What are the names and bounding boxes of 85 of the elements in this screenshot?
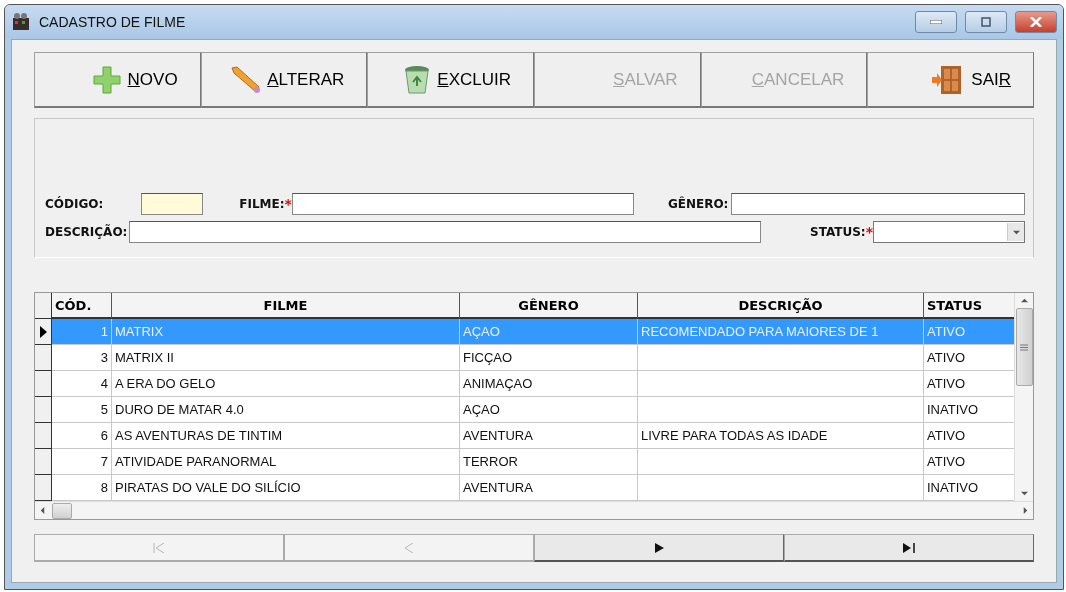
table-cell: 8 <box>52 475 112 501</box>
field-label: DESCRIÇÃO: <box>45 225 128 239</box>
current-row-icon <box>39 325 47 338</box>
row-indicator[interactable] <box>35 475 52 501</box>
table-cell: TERROR <box>460 449 638 475</box>
row-indicator[interactable] <box>35 423 52 449</box>
table-cell: PIRATAS DO VALE DO SILÍCIO <box>112 475 460 501</box>
field-label: STATUS: <box>810 225 866 239</box>
table-cell: RECOMENDADO PARA MAIORES DE 1 <box>638 319 924 345</box>
table-cell: ATIVIDADE PARANORMAL <box>112 449 460 475</box>
field-label: CÓDIGO: <box>45 197 104 211</box>
maximize-button[interactable] <box>965 11 1007 33</box>
table-cell: AÇAO <box>460 319 638 345</box>
plus-icon <box>91 64 122 95</box>
table-cell: INATIVO <box>924 475 1014 501</box>
movie-field[interactable] <box>291 193 634 215</box>
delete-button[interactable]: EXCLUIR <box>367 52 534 108</box>
table-cell: 3 <box>52 345 112 371</box>
first-record-icon <box>153 542 165 553</box>
next-record-icon <box>654 542 664 553</box>
previous-record-icon <box>404 542 414 553</box>
scroll-thumb[interactable] <box>52 502 72 519</box>
scroll-thumb[interactable] <box>1015 308 1033 386</box>
row-indicator[interactable] <box>35 449 52 475</box>
table-cell: ATIVO <box>924 319 1014 345</box>
table-cell: AVENTURA <box>460 475 638 501</box>
column-header[interactable]: CÓD. <box>52 293 112 319</box>
table-cell: INATIVO <box>924 397 1014 423</box>
table-cell: 1 <box>52 319 112 345</box>
row-indicator[interactable] <box>35 397 52 423</box>
column-header[interactable]: STATUS <box>924 293 1014 319</box>
scroll-right-icon[interactable] <box>1022 507 1029 514</box>
field-label: GÊNERO: <box>667 197 729 211</box>
film-app-icon <box>11 12 31 32</box>
exit-button[interactable]: SAIR <box>867 52 1034 108</box>
last-record-icon <box>903 542 915 553</box>
table-cell: AVENTURA <box>460 423 638 449</box>
code-field[interactable] <box>141 193 204 215</box>
scroll-down-icon[interactable] <box>1012 228 1020 236</box>
description-field[interactable] <box>129 221 762 243</box>
window-title: CADASTRO DE FILME <box>39 14 187 30</box>
minimize-icon <box>930 20 942 24</box>
scroll-down-icon[interactable] <box>1020 490 1028 497</box>
column-header[interactable]: GÊNERO <box>460 293 638 319</box>
table-cell: DURO DE MATAR 4.0 <box>112 397 460 423</box>
table-cell: 5 <box>52 397 112 423</box>
table-cell: 6 <box>52 423 112 449</box>
column-header[interactable]: DESCRIÇÃO <box>638 293 924 319</box>
table-cell: FICÇAO <box>460 345 638 371</box>
pencil-icon <box>229 64 262 95</box>
table-cell: ANIMAÇAO <box>460 371 638 397</box>
next-record-button[interactable] <box>534 534 784 562</box>
minimize-button[interactable] <box>915 11 957 33</box>
row-indicator[interactable] <box>35 371 52 397</box>
table-cell: 7 <box>52 449 112 475</box>
genre-field[interactable] <box>731 193 1025 215</box>
table-cell: MATRIX II <box>112 345 460 371</box>
maximize-icon <box>981 17 991 27</box>
table-cell: LIVRE PARA TODAS AS IDADE <box>638 423 924 449</box>
last-record-button[interactable] <box>784 534 1034 562</box>
table-cell: ATIVO <box>924 449 1014 475</box>
required-mark: * <box>284 196 292 212</box>
row-indicator[interactable] <box>35 345 52 371</box>
scroll-left-icon[interactable] <box>39 507 46 514</box>
column-header[interactable]: FILME <box>112 293 460 319</box>
horizontal-scrollbar[interactable] <box>35 501 1033 519</box>
table-cell: A ERA DO GELO <box>112 371 460 397</box>
scroll-up-icon[interactable] <box>1020 297 1028 304</box>
add-button[interactable]: NOVO <box>34 52 201 108</box>
status-dropdown[interactable] <box>873 221 1025 243</box>
table-cell: 4 <box>52 371 112 397</box>
table-cell: ATIVO <box>924 345 1014 371</box>
table-cell: AS AVENTURAS DE TINTIM <box>112 423 460 449</box>
edit-button[interactable]: ALTERAR <box>200 52 368 108</box>
required-mark: * <box>865 224 873 240</box>
close-icon <box>1030 17 1042 27</box>
row-indicator[interactable] <box>35 319 52 345</box>
table-cell: ATIVO <box>924 371 1014 397</box>
table-cell: AÇAO <box>460 397 638 423</box>
recycle-bin-icon <box>403 63 432 96</box>
table-cell: MATRIX <box>112 319 460 345</box>
field-label: FILME: <box>239 197 285 211</box>
close-button[interactable] <box>1015 11 1057 33</box>
table-cell: ATIVO <box>924 423 1014 449</box>
vertical-scrollbar[interactable] <box>1014 293 1033 501</box>
